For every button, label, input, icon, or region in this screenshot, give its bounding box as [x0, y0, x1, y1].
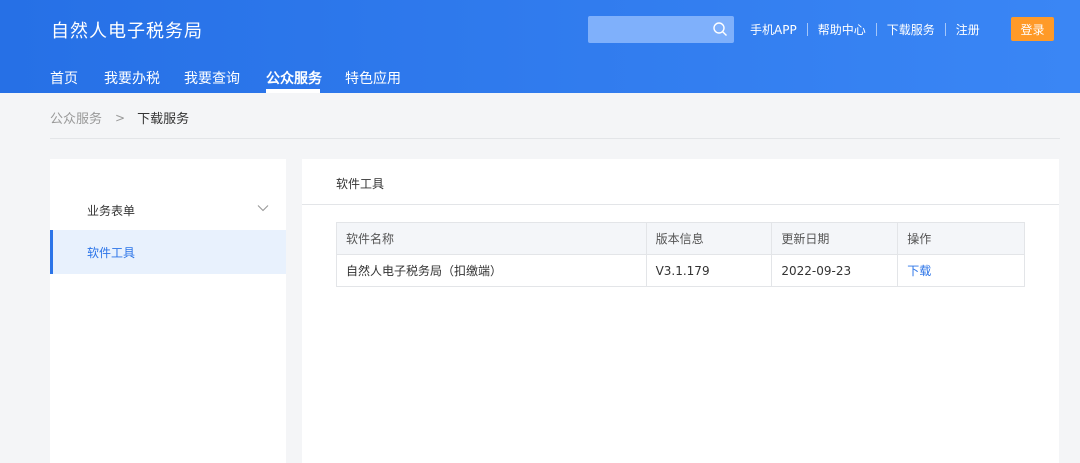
breadcrumb-parent[interactable]: 公众服务	[50, 108, 102, 127]
sidebar: 业务表单 软件工具	[50, 159, 286, 463]
help-center-link[interactable]: 帮助中心	[808, 21, 876, 38]
column-header-date: 更新日期	[771, 222, 899, 255]
sidebar-item-label: 业务表单	[87, 204, 136, 218]
panel-divider	[302, 204, 1059, 205]
action-cell: 下载	[897, 254, 1025, 287]
breadcrumb-divider	[50, 138, 1060, 139]
top-links: 手机APP 帮助中心 下载服务 注册	[740, 21, 990, 37]
software-name-cell: 自然人电子税务局（扣缴端）	[336, 254, 647, 287]
nav-public-service[interactable]: 公众服务	[266, 68, 322, 88]
search-box[interactable]	[588, 16, 734, 43]
chevron-down-icon	[257, 205, 269, 212]
version-cell: V3.1.179	[645, 254, 773, 287]
nav-active-indicator	[266, 89, 320, 93]
nav-home[interactable]: 首页	[50, 68, 78, 88]
content-panel: 软件工具 软件名称 版本信息 更新日期 操作 自然人电子税务局（扣缴端） V3.…	[302, 159, 1059, 463]
search-icon[interactable]	[712, 21, 728, 37]
main-nav: 首页 我要办税 我要查询 公众服务 特色应用	[0, 62, 1080, 93]
update-date-cell: 2022-09-23	[771, 254, 899, 287]
nav-query[interactable]: 我要查询	[184, 68, 240, 88]
register-link[interactable]: 注册	[946, 21, 990, 38]
download-link[interactable]: 下载	[907, 264, 931, 278]
search-input[interactable]	[588, 16, 708, 43]
column-header-version: 版本信息	[645, 222, 773, 255]
nav-do-tax[interactable]: 我要办税	[104, 68, 160, 88]
table-header-row: 软件名称 版本信息 更新日期 操作	[336, 222, 1025, 255]
table-row: 自然人电子税务局（扣缴端） V3.1.179 2022-09-23 下载	[336, 254, 1025, 287]
login-button[interactable]: 登录	[1011, 17, 1054, 41]
download-service-link[interactable]: 下载服务	[877, 21, 945, 38]
breadcrumb-separator: >	[115, 110, 126, 125]
sidebar-item-label: 软件工具	[87, 246, 136, 260]
column-header-name: 软件名称	[336, 222, 647, 255]
software-table: 软件名称 版本信息 更新日期 操作 自然人电子税务局（扣缴端） V3.1.179…	[336, 222, 1025, 287]
column-header-action: 操作	[897, 222, 1025, 255]
breadcrumb: 公众服务 > 下载服务	[50, 108, 190, 128]
top-header: 自然人电子税务局 手机APP 帮助中心 下载服务 注册 登录 首页 我要办税 我…	[0, 0, 1080, 93]
site-title[interactable]: 自然人电子税务局	[51, 17, 203, 43]
sidebar-item-business-forms[interactable]: 业务表单	[50, 188, 286, 232]
panel-title: 软件工具	[336, 177, 385, 191]
sidebar-item-software-tools[interactable]: 软件工具	[50, 230, 286, 274]
breadcrumb-current: 下载服务	[137, 112, 190, 127]
mobile-app-link[interactable]: 手机APP	[740, 21, 807, 38]
nav-featured-apps[interactable]: 特色应用	[345, 68, 401, 88]
